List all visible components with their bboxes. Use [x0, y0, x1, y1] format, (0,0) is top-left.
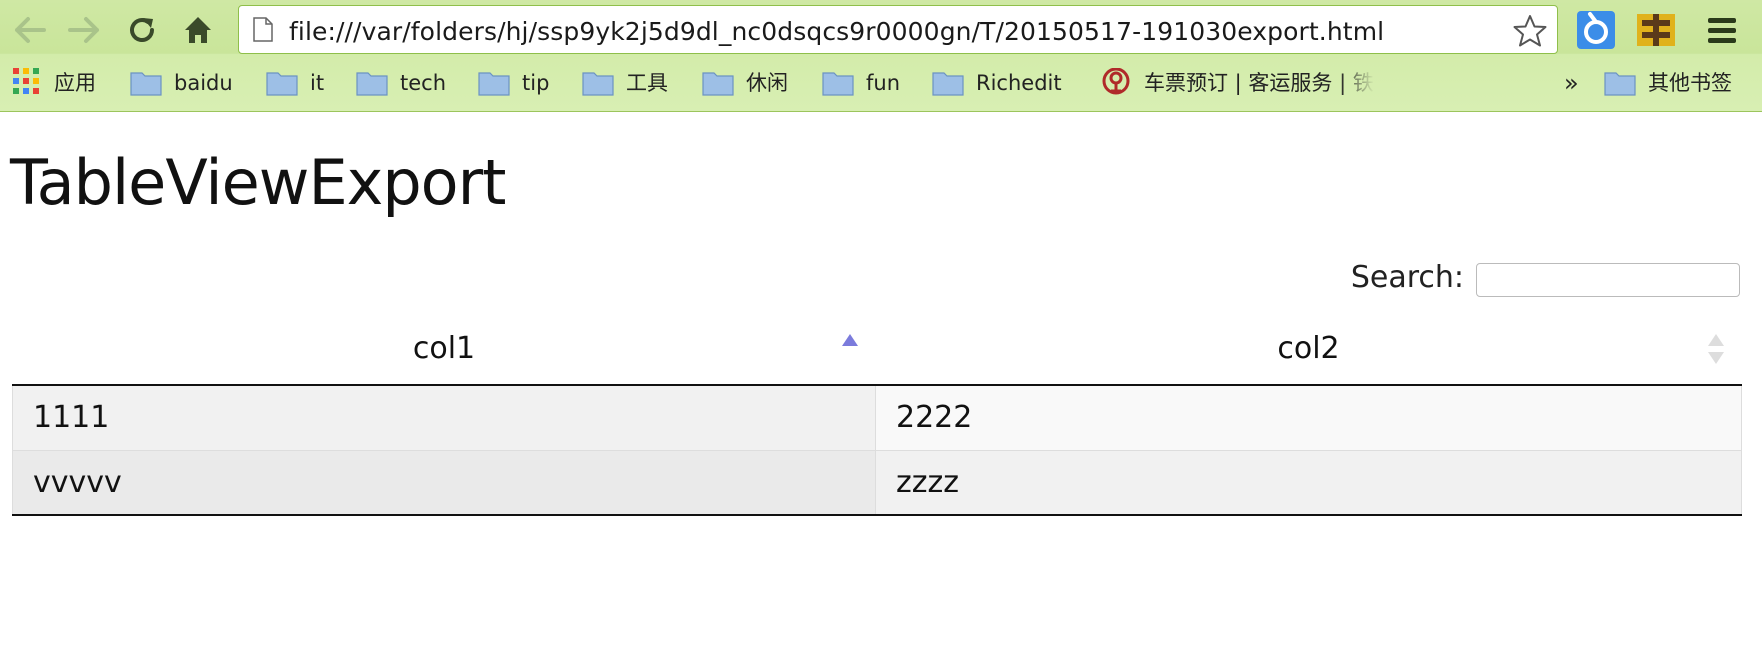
- forward-arrow-icon: [68, 16, 100, 44]
- bookmark-folder-tools[interactable]: 工具: [582, 68, 668, 98]
- bookmark-folder-other[interactable]: 其他书签: [1604, 68, 1732, 98]
- reload-button[interactable]: [124, 12, 160, 48]
- bookmark-label: fun: [866, 71, 901, 95]
- home-button[interactable]: [180, 12, 216, 48]
- sort-ascending-icon: [840, 332, 860, 366]
- folder-icon: [582, 70, 614, 96]
- search-input[interactable]: [1476, 263, 1740, 297]
- railway-logo-icon: [1102, 68, 1130, 98]
- folder-icon: [130, 70, 162, 96]
- bookmark-railway[interactable]: 车票预订 | 客运服务 | 铁: [1102, 68, 1374, 98]
- bookmark-folder-fun[interactable]: fun: [822, 68, 900, 98]
- bookmark-label: it: [310, 71, 325, 95]
- bookmark-label: Richedit: [976, 71, 1062, 95]
- bookmark-label: 休闲: [746, 71, 788, 95]
- bookmark-label: 车票预订 | 客运服务 | 铁: [1144, 71, 1374, 95]
- page-content: TableViewExport Search: col1 col2 1111 2…: [0, 112, 1762, 650]
- browser-toolbar: file:///var/folders/hj/ssp9yk2j5d9dl_nc0…: [0, 0, 1762, 112]
- navigation-bar: file:///var/folders/hj/ssp9yk2j5d9dl_nc0…: [0, 0, 1762, 58]
- table-cell: vvvvv: [12, 449, 876, 516]
- table-cell: 1111: [12, 384, 876, 451]
- table-row[interactable]: 1111 2222: [12, 384, 1742, 451]
- page-title: TableViewExport: [10, 146, 506, 219]
- bookmark-label: tip: [522, 71, 550, 95]
- bookmark-folder-tip[interactable]: tip: [478, 68, 549, 98]
- search-label: Search:: [1350, 260, 1464, 295]
- bookmark-folder-baidu[interactable]: baidu: [130, 68, 233, 98]
- home-icon: [183, 15, 213, 45]
- bookmark-folder-leisure[interactable]: 休闲: [702, 68, 788, 98]
- bookmark-label: 应用: [54, 71, 96, 95]
- bookmark-folder-it[interactable]: it: [266, 68, 324, 98]
- bookmark-folder-richedit[interactable]: Richedit: [932, 68, 1062, 98]
- table-header-row: col1 col2: [12, 312, 1742, 386]
- page-icon: [253, 17, 273, 42]
- bookmarks-overflow-button[interactable]: »: [1564, 68, 1579, 98]
- column-header-col2[interactable]: col2: [875, 312, 1742, 386]
- extension-icon[interactable]: [1576, 10, 1616, 50]
- bookmark-label: tech: [400, 71, 447, 95]
- table-row[interactable]: vvvvv zzzz: [12, 449, 1742, 516]
- reload-icon: [127, 15, 157, 45]
- folder-icon: [702, 70, 734, 96]
- sort-both-icon: [1706, 332, 1726, 366]
- column-header-label: col1: [412, 330, 476, 366]
- apps-grid-icon: [12, 67, 40, 100]
- folder-icon: [932, 70, 964, 96]
- column-header-label: col2: [1277, 330, 1340, 366]
- table-cell: 2222: [875, 384, 1742, 451]
- folder-icon: [478, 70, 510, 96]
- bookmark-apps[interactable]: 应用: [12, 67, 96, 100]
- bar-extension-icon[interactable]: [1636, 10, 1676, 50]
- bookmarks-bar: 应用 baidu it tech tip 工具 休闲 fun Richedit …: [0, 62, 1762, 104]
- menu-icon[interactable]: [1702, 10, 1742, 50]
- bookmark-label: baidu: [174, 71, 233, 95]
- url-text[interactable]: file:///var/folders/hj/ssp9yk2j5d9dl_nc0…: [289, 17, 1384, 46]
- folder-icon: [822, 70, 854, 96]
- overflow-chevron-icon: »: [1564, 69, 1579, 97]
- column-header-col1[interactable]: col1: [12, 312, 876, 386]
- bookmark-folder-tech[interactable]: tech: [356, 68, 446, 98]
- back-button[interactable]: [12, 12, 48, 48]
- folder-icon: [266, 70, 298, 96]
- folder-icon: [356, 70, 388, 96]
- folder-icon: [1604, 70, 1636, 96]
- bookmark-label: 其他书签: [1648, 71, 1732, 95]
- back-arrow-icon: [14, 16, 46, 44]
- bookmark-star-icon[interactable]: [1513, 14, 1547, 48]
- address-bar[interactable]: file:///var/folders/hj/ssp9yk2j5d9dl_nc0…: [238, 5, 1558, 54]
- forward-button[interactable]: [66, 12, 102, 48]
- data-table: col1 col2 1111 2222 vvvvv zzzz: [12, 312, 1742, 516]
- bookmark-label: 工具: [626, 71, 668, 95]
- table-cell: zzzz: [875, 449, 1742, 516]
